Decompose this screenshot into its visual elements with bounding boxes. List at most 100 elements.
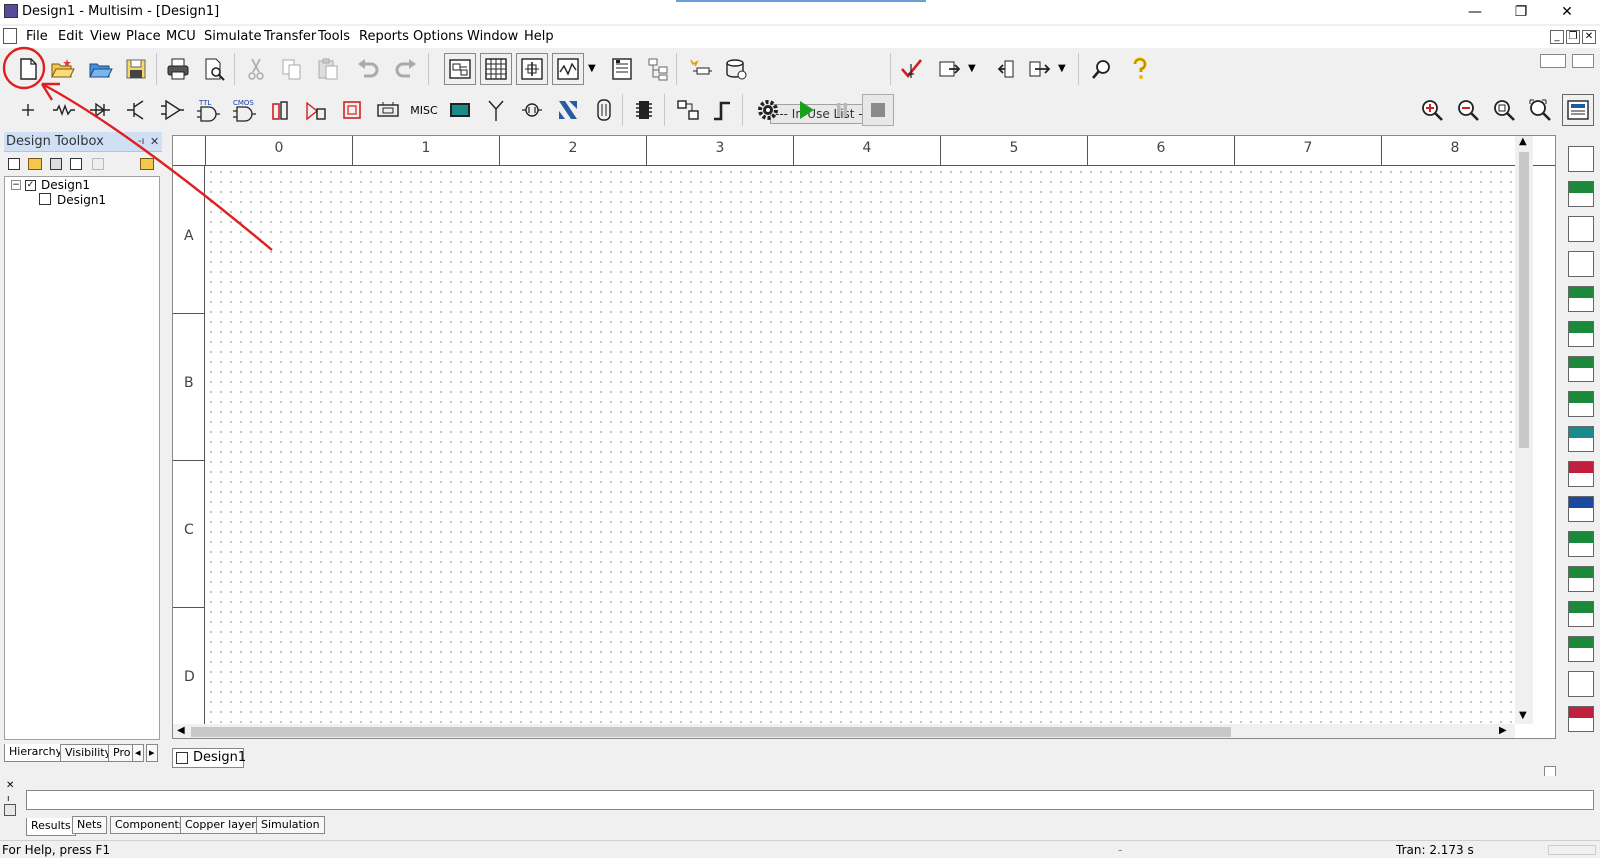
function-generator-icon[interactable] bbox=[1568, 181, 1594, 207]
scroll-up-arrow[interactable]: ▲ bbox=[1519, 136, 1527, 147]
scroll-right-arrow[interactable]: ▶ bbox=[1499, 725, 1507, 736]
iv-analyzer-icon[interactable] bbox=[1568, 496, 1594, 522]
transfer-to-ultiboard-button[interactable] bbox=[934, 53, 966, 85]
close-icon[interactable]: ✕ bbox=[150, 132, 159, 152]
scroll-down-arrow[interactable]: ▼ bbox=[1519, 710, 1527, 721]
document-icon[interactable] bbox=[3, 28, 17, 44]
place-bus-button[interactable] bbox=[706, 94, 738, 126]
undo-button[interactable] bbox=[352, 53, 384, 85]
mdi-restore-button[interactable]: ❐ bbox=[1566, 30, 1580, 44]
help-button[interactable] bbox=[1124, 53, 1156, 85]
full-screen-button[interactable] bbox=[1562, 94, 1594, 126]
grapher-dropdown-arrow[interactable]: ▼ bbox=[588, 63, 596, 74]
place-mcu-button[interactable] bbox=[628, 94, 660, 126]
postprocessor-button[interactable] bbox=[606, 53, 638, 85]
place-power-component-button[interactable] bbox=[336, 94, 368, 126]
tab-hierarchy[interactable]: Hierarchy bbox=[4, 744, 68, 762]
place-ttl-button[interactable]: TTL bbox=[192, 94, 224, 126]
place-mixed-button[interactable] bbox=[300, 94, 332, 126]
open-button[interactable] bbox=[84, 53, 116, 85]
new-file-icon[interactable] bbox=[8, 158, 20, 170]
run-simulation-button[interactable] bbox=[790, 94, 822, 126]
tab-scroll-left[interactable]: ◂ bbox=[132, 744, 144, 762]
database-manager-button[interactable] bbox=[720, 53, 752, 85]
menu-reports[interactable]: Reports bbox=[359, 29, 409, 44]
tab-components[interactable]: Components bbox=[110, 816, 190, 834]
toolbar-layout-toggle-1[interactable] bbox=[1540, 54, 1566, 68]
logic-converter-icon[interactable] bbox=[1568, 426, 1594, 452]
place-transistor-button[interactable] bbox=[120, 94, 152, 126]
zoom-out-button[interactable] bbox=[1452, 94, 1484, 126]
place-basic-button[interactable] bbox=[48, 94, 80, 126]
redo-button[interactable] bbox=[390, 53, 422, 85]
vertical-scroll-thumb[interactable] bbox=[1519, 152, 1529, 448]
place-cmos-button[interactable]: CMOS bbox=[228, 94, 260, 126]
schematic-grid[interactable] bbox=[206, 167, 1516, 727]
zoom-in-button[interactable] bbox=[1416, 94, 1448, 126]
pause-simulation-button[interactable] bbox=[826, 94, 858, 126]
tab-results[interactable]: Results bbox=[26, 818, 76, 836]
print-button[interactable] bbox=[162, 53, 194, 85]
place-analog-button[interactable] bbox=[156, 94, 188, 126]
zoom-fit-button[interactable] bbox=[1524, 94, 1556, 126]
tab-copper-layers[interactable]: Copper layers bbox=[180, 816, 267, 834]
agilent-function-generator-icon[interactable] bbox=[1568, 636, 1594, 662]
frequency-counter-icon[interactable] bbox=[1568, 356, 1594, 382]
logic-analyzer-icon[interactable] bbox=[1568, 461, 1594, 487]
menu-transfer[interactable]: Transfer bbox=[264, 29, 316, 44]
save-icon[interactable] bbox=[50, 158, 62, 170]
resize-grip[interactable] bbox=[1548, 845, 1596, 855]
forward-annotate-button[interactable] bbox=[1024, 53, 1056, 85]
interactive-simulation-settings-button[interactable] bbox=[752, 94, 784, 126]
checkbox-icon[interactable]: ✓ bbox=[25, 180, 36, 191]
stop-simulation-button[interactable] bbox=[862, 94, 894, 126]
save-button[interactable] bbox=[120, 53, 152, 85]
mdi-close-button[interactable]: ✕ bbox=[1582, 30, 1596, 44]
electrical-rules-check-button[interactable] bbox=[896, 53, 928, 85]
hierarchy-button[interactable] bbox=[642, 53, 674, 85]
transfer-dropdown-arrow[interactable]: ▼ bbox=[968, 63, 976, 74]
tree-item-design-sheet[interactable]: Design1 bbox=[57, 193, 106, 207]
toggle-design-toolbox-button[interactable] bbox=[444, 53, 476, 85]
wattmeter-icon[interactable] bbox=[1568, 216, 1594, 242]
word-generator-icon[interactable] bbox=[1568, 391, 1594, 417]
tab-simulation[interactable]: Simulation bbox=[256, 816, 325, 834]
copy-button[interactable] bbox=[276, 53, 308, 85]
project-icon[interactable] bbox=[140, 158, 154, 170]
menu-simulate[interactable]: Simulate bbox=[204, 29, 261, 44]
pin-icon[interactable]: ı bbox=[7, 794, 10, 804]
schematic-canvas[interactable]: 0 1 2 3 4 5 6 7 8 A B C D ▲ ▼ ◀ ▶ bbox=[172, 135, 1556, 739]
place-misc-digital-button[interactable] bbox=[264, 94, 296, 126]
component-wizard-button[interactable] bbox=[684, 53, 716, 85]
tree-collapse-toggle[interactable]: − bbox=[11, 180, 21, 190]
network-analyzer-icon[interactable] bbox=[1568, 601, 1594, 627]
close-document-icon[interactable] bbox=[70, 158, 82, 170]
menu-tools[interactable]: Tools bbox=[318, 29, 350, 44]
menu-mcu[interactable]: MCU bbox=[166, 29, 196, 44]
close-icon[interactable]: ✕ bbox=[6, 780, 14, 791]
agilent-oscilloscope-icon[interactable] bbox=[1568, 706, 1594, 732]
oscilloscope-icon[interactable] bbox=[1568, 251, 1594, 277]
find-examples-button[interactable] bbox=[1086, 53, 1118, 85]
four-channel-oscilloscope-icon[interactable] bbox=[1568, 286, 1594, 312]
place-ni-component-button[interactable] bbox=[552, 94, 584, 126]
pin-icon[interactable]: -ı bbox=[138, 132, 144, 152]
place-advanced-peripherals-button[interactable] bbox=[444, 94, 476, 126]
back-annotate-button[interactable] bbox=[988, 53, 1020, 85]
toggle-database-button[interactable] bbox=[516, 53, 548, 85]
place-indicator-button[interactable] bbox=[372, 94, 404, 126]
horizontal-scrollbar[interactable]: ◀ ▶ bbox=[173, 724, 1515, 738]
menu-window[interactable]: Window bbox=[467, 29, 518, 44]
menu-place[interactable]: Place bbox=[126, 29, 161, 44]
document-tab-design1[interactable]: Design1 bbox=[172, 748, 246, 768]
menu-options[interactable]: Options bbox=[413, 29, 463, 44]
distortion-analyzer-icon[interactable] bbox=[1568, 531, 1594, 557]
paste-button[interactable] bbox=[312, 53, 344, 85]
restore-button[interactable]: ❐ bbox=[1498, 0, 1544, 24]
place-electromechanical-button[interactable] bbox=[516, 94, 548, 126]
new-file-button[interactable] bbox=[12, 53, 44, 85]
zoom-area-button[interactable] bbox=[1488, 94, 1520, 126]
print-preview-button[interactable] bbox=[198, 53, 230, 85]
open-sample-button[interactable] bbox=[46, 53, 78, 85]
place-misc-button[interactable]: MISC bbox=[408, 94, 440, 126]
